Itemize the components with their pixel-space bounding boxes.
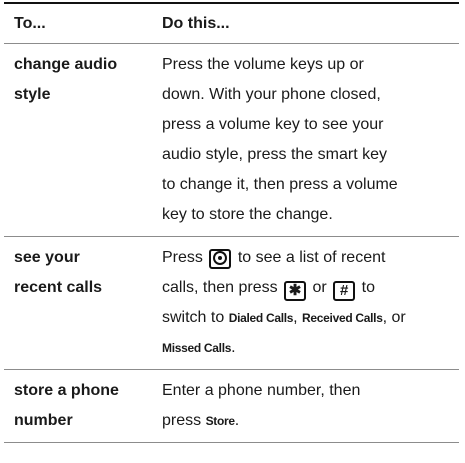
step-line: press a volume key to see your: [162, 116, 384, 133]
step-text: switch to: [162, 309, 225, 326]
step-text: .: [234, 412, 240, 429]
instruction-table: To... Do this... change audio style Pres…: [4, 2, 459, 443]
step-line: Enter a phone number, then: [162, 382, 361, 399]
action-text: change audio style: [14, 56, 118, 103]
step-line: Missed Calls.: [162, 333, 451, 363]
step-line: Press the volume keys up or: [162, 56, 364, 73]
table-row: store a phone number Enter a phone numbe…: [4, 370, 459, 443]
table-header: To... Do this...: [4, 4, 459, 44]
action-text-line: recent calls: [14, 279, 103, 296]
row-action-recent-calls: see your recent calls: [4, 237, 148, 369]
action-text-line: store a phone: [14, 382, 119, 399]
step-text: press: [162, 412, 202, 429]
step-line: calls, then press ✱ or # to: [162, 273, 451, 303]
step-line: down. With your phone closed,: [162, 86, 381, 103]
step-text: .: [231, 339, 236, 356]
table-row: change audio style Press the volume keys…: [4, 44, 459, 237]
menu-item-dialed-calls: Dialed Calls: [228, 311, 294, 325]
table-row: see your recent calls Press to see a lis…: [4, 237, 459, 370]
step-line: press Store.: [162, 406, 451, 436]
row-steps-audio-style: Press the volume keys up or down. With y…: [148, 44, 459, 236]
row-action-store-number: store a phone number: [4, 370, 148, 442]
row-action-audio-style: change audio style: [4, 44, 148, 236]
step-text: , or: [382, 309, 406, 326]
step-line: switch to Dialed Calls, Received Calls, …: [162, 309, 406, 326]
menu-item-received-calls: Received Calls: [302, 311, 383, 325]
step-text: Press: [162, 249, 203, 266]
step-line: key to store the change.: [162, 206, 333, 223]
step-line: to change it, then press a volume: [162, 176, 398, 193]
step-text: or: [312, 279, 327, 296]
row-steps-recent-calls: Press to see a list of recent calls, the…: [148, 237, 459, 369]
hash-key-icon: #: [333, 281, 356, 301]
step-text: to see a list of recent: [237, 249, 386, 266]
step-text: calls, then press: [162, 279, 278, 296]
step-line: audio style, press the smart key: [162, 146, 387, 163]
star-key-icon: ✱: [284, 281, 307, 301]
step-text: to: [361, 279, 375, 296]
menu-item-missed-calls: Missed Calls: [162, 341, 232, 355]
softkey-store: Store: [205, 414, 235, 428]
header-do-this: Do this...: [162, 15, 230, 32]
send-key-icon: [209, 249, 232, 269]
action-text-line: number: [14, 412, 73, 429]
step-line: Press to see a list of recent: [162, 243, 451, 273]
row-steps-store-number: Enter a phone number, then press Store.: [148, 370, 459, 442]
header-to: To...: [14, 15, 46, 32]
action-text-line: see your: [14, 249, 80, 266]
